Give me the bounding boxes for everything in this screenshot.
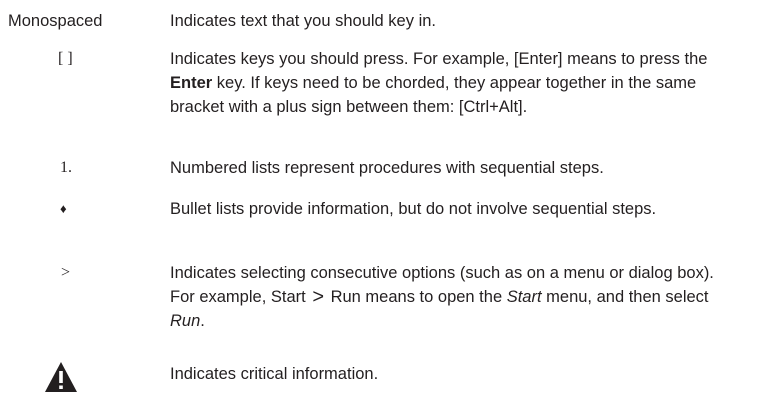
convention-symbol: [ ] <box>58 50 73 67</box>
convention-description: Indicates selecting consecutive options … <box>170 264 714 330</box>
convention-symbol: Monospaced <box>8 12 103 30</box>
convention-description: Numbered lists represent procedures with… <box>170 159 604 177</box>
convention-description: Indicates text that you should key in. <box>170 12 436 30</box>
convention-symbol: 1. <box>60 159 72 176</box>
convention-description: Indicates critical information. <box>170 365 379 383</box>
convention-symbol: > <box>61 264 71 281</box>
warning-triangle-icon <box>45 362 77 392</box>
bullet-diamond-icon: ♦ <box>60 201 67 216</box>
enter-key-name: Enter <box>170 74 213 92</box>
convention-description: Indicates keys you should press. For exa… <box>170 50 708 116</box>
convention-description: Bullet lists provide information, but do… <box>170 200 657 218</box>
